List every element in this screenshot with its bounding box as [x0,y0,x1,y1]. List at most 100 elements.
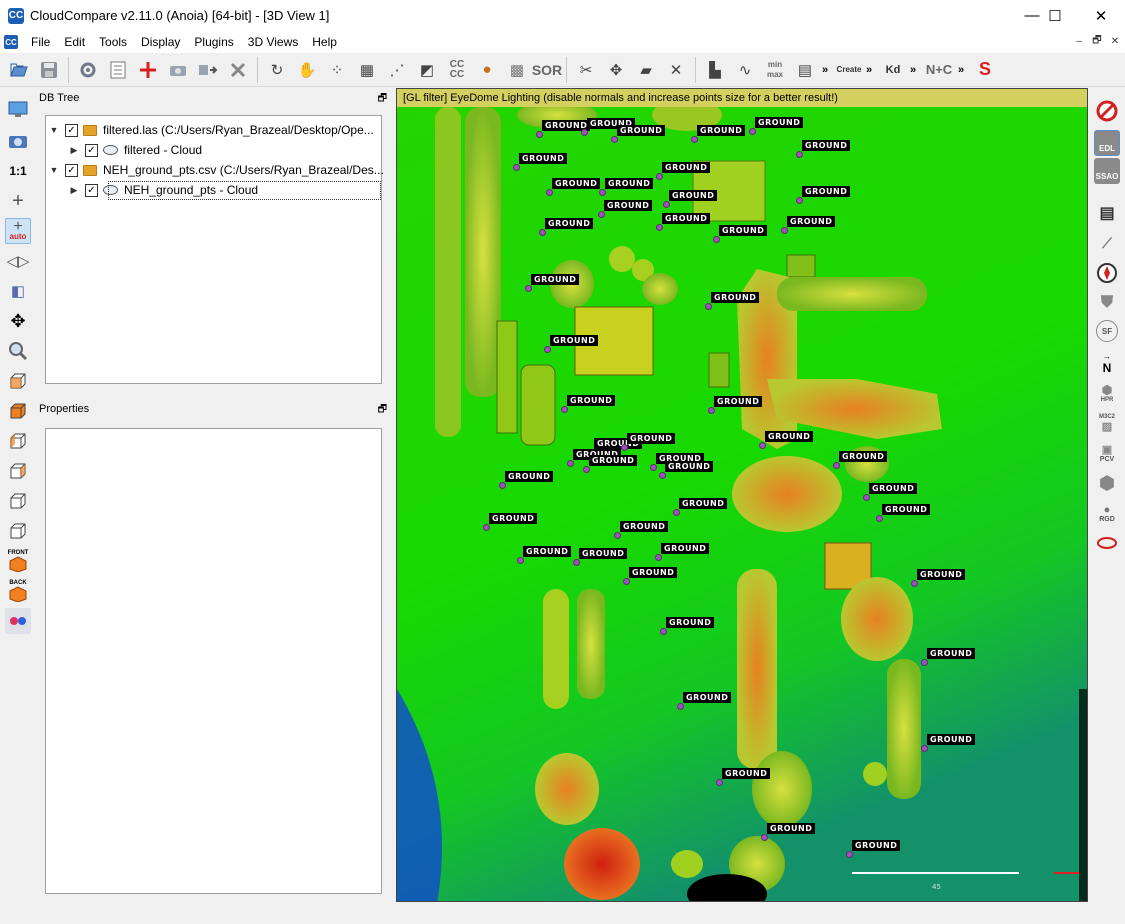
expand-down-icon[interactable]: ▼ [48,165,60,175]
auto-pivot-button[interactable]: + auto [5,218,31,244]
export-icon[interactable]: ▤ [792,57,818,83]
properties-float-button[interactable]: 🗗 [378,402,387,419]
visibility-checkbox[interactable]: ✓ [85,183,98,197]
maximize-button[interactable]: ☐ [1032,0,1078,31]
tree-item[interactable]: ▼ ✓ NEH_ground_pts.csv (C:/Users/Ryan_Br… [48,160,384,180]
rgd-shape-icon: ● [1103,503,1111,516]
mdi-close-button[interactable]: ✕ [1107,34,1123,49]
noise-filter-icon[interactable]: ⋰ [384,57,410,83]
histogram-icon[interactable]: ▙ [702,57,728,83]
rgd-button[interactable]: ● RGD [1094,500,1120,526]
menu-3d-views[interactable]: 3D Views [241,31,305,53]
expand-right-icon[interactable]: ▶ [68,185,80,196]
toolbar-more-button[interactable]: » [958,64,968,76]
sample-points-icon[interactable]: ⁘ [324,57,350,83]
subsample-icon[interactable]: ▦ [354,57,380,83]
top-view-icon[interactable] [5,368,31,394]
minmax-button[interactable]: min max [762,57,788,83]
translate-rotate-icon[interactable] [135,57,161,83]
right-view-icon[interactable] [5,488,31,514]
menu-display[interactable]: Display [134,31,187,53]
mdi-restore-button[interactable]: 🗗 [1089,34,1105,49]
object-center-icon[interactable]: ◧ [5,278,31,304]
bag-icon[interactable]: ● [474,57,500,83]
toolbar-more-button[interactable]: » [910,64,920,76]
back-view-icon[interactable] [5,458,31,484]
expand-right-icon[interactable]: ▶ [68,145,80,156]
m3c2-button[interactable]: M3C2 ▨ [1094,410,1120,436]
scissors-icon[interactable]: ◩ [414,57,440,83]
kd-button[interactable]: Kd [880,57,906,83]
tree-cluster [732,456,842,532]
nc-button[interactable]: N+C [924,57,954,83]
clapper-icon[interactable]: ▤ [1094,200,1120,226]
clone-icon[interactable] [195,57,221,83]
brush-icon[interactable]: ⟋ [1094,230,1120,256]
visibility-checkbox[interactable]: ✓ [65,123,78,137]
ground-point-marker [846,851,853,858]
canupo-create-button[interactable]: Create [836,57,862,83]
ground-point-marker [708,407,715,414]
tree-item[interactable]: ▶ ✓ filtered - Cloud [68,140,203,160]
toolbar-more-button[interactable]: » [866,64,876,76]
pick-icon[interactable]: ✕ [663,57,689,83]
camera-icon[interactable] [5,128,31,154]
3d-view[interactable]: [GL filter] EyeDome Lighting (disable no… [396,88,1088,902]
toolbar-more-button[interactable]: » [822,64,832,76]
bottom-view-icon[interactable] [5,518,31,544]
cccc-button[interactable]: CC CC [444,57,470,83]
db-tree-float-button[interactable]: 🗗 [378,91,387,108]
tree-item-label: filtered - Cloud [124,143,203,157]
perspective-icon[interactable]: ◁▷ [5,248,31,274]
visibility-checkbox[interactable]: ✓ [65,163,78,177]
tree-item[interactable]: ▼ ✓ filtered.las (C:/Users/Ryan_Brazeal/… [48,120,374,140]
cut-icon[interactable]: ✂ [573,57,599,83]
move-icon[interactable]: ✥ [603,57,629,83]
ground-label: GROUND [714,396,763,407]
s-plugin-icon[interactable]: S [972,57,998,83]
menu-edit[interactable]: Edit [57,31,92,53]
edl-button[interactable]: EDL [1094,130,1120,156]
iso-back-button[interactable]: BACK [5,578,31,604]
mdi-minimize-button[interactable]: – [1071,34,1087,49]
visibility-checkbox[interactable]: ✓ [85,143,98,157]
pcv-button[interactable]: ▣ PCV [1094,440,1120,466]
open-icon[interactable] [6,57,32,83]
close-button[interactable]: ✕ [1078,0,1124,31]
expand-down-icon[interactable]: ▼ [48,125,60,135]
align-icon[interactable]: ↻ [264,57,290,83]
front-view-icon[interactable] [5,398,31,424]
menu-file[interactable]: File [24,31,57,53]
north-button[interactable]: → N [1094,350,1120,376]
merge-icon[interactable] [165,57,191,83]
menu-plugins[interactable]: Plugins [187,31,240,53]
list-icon[interactable] [105,57,131,83]
plane-icon[interactable]: ▰ [633,57,659,83]
segment-icon[interactable]: ✋ [294,57,320,83]
save-icon[interactable] [36,57,62,83]
cloud-icon [103,145,118,155]
zoom-icon[interactable] [5,338,31,364]
stereo-icon[interactable] [5,608,31,634]
menu-tools[interactable]: Tools [92,31,134,53]
delete-icon[interactable] [225,57,251,83]
sor-button[interactable]: SOR [532,57,562,83]
iso-front-button[interactable]: FRONT [5,548,31,574]
menu-help[interactable]: Help [305,31,344,53]
pan-icon[interactable]: ✥ [5,308,31,334]
screen-icon[interactable] [5,96,31,122]
curve-icon[interactable]: ∿ [732,57,758,83]
hpr-button[interactable]: ⬢ HPR [1094,380,1120,406]
ellipse-icon[interactable] [1094,530,1120,556]
stop-icon[interactable] [1094,98,1120,124]
crosshair-icon[interactable]: + [5,188,31,214]
left-view-icon[interactable] [5,428,31,454]
ssao-button[interactable]: SSAO [1094,158,1120,184]
properties-gear-icon[interactable] [75,57,101,83]
one-to-one-button[interactable]: 1:1 [5,158,31,184]
compass-icon[interactable] [1094,260,1120,286]
sf-button[interactable]: SF [1096,320,1118,342]
checkerboard-icon[interactable]: ▩ [504,57,530,83]
shield-icon[interactable]: ⛊ [1094,290,1120,316]
hexagon-icon[interactable]: ⬢ [1094,470,1120,496]
